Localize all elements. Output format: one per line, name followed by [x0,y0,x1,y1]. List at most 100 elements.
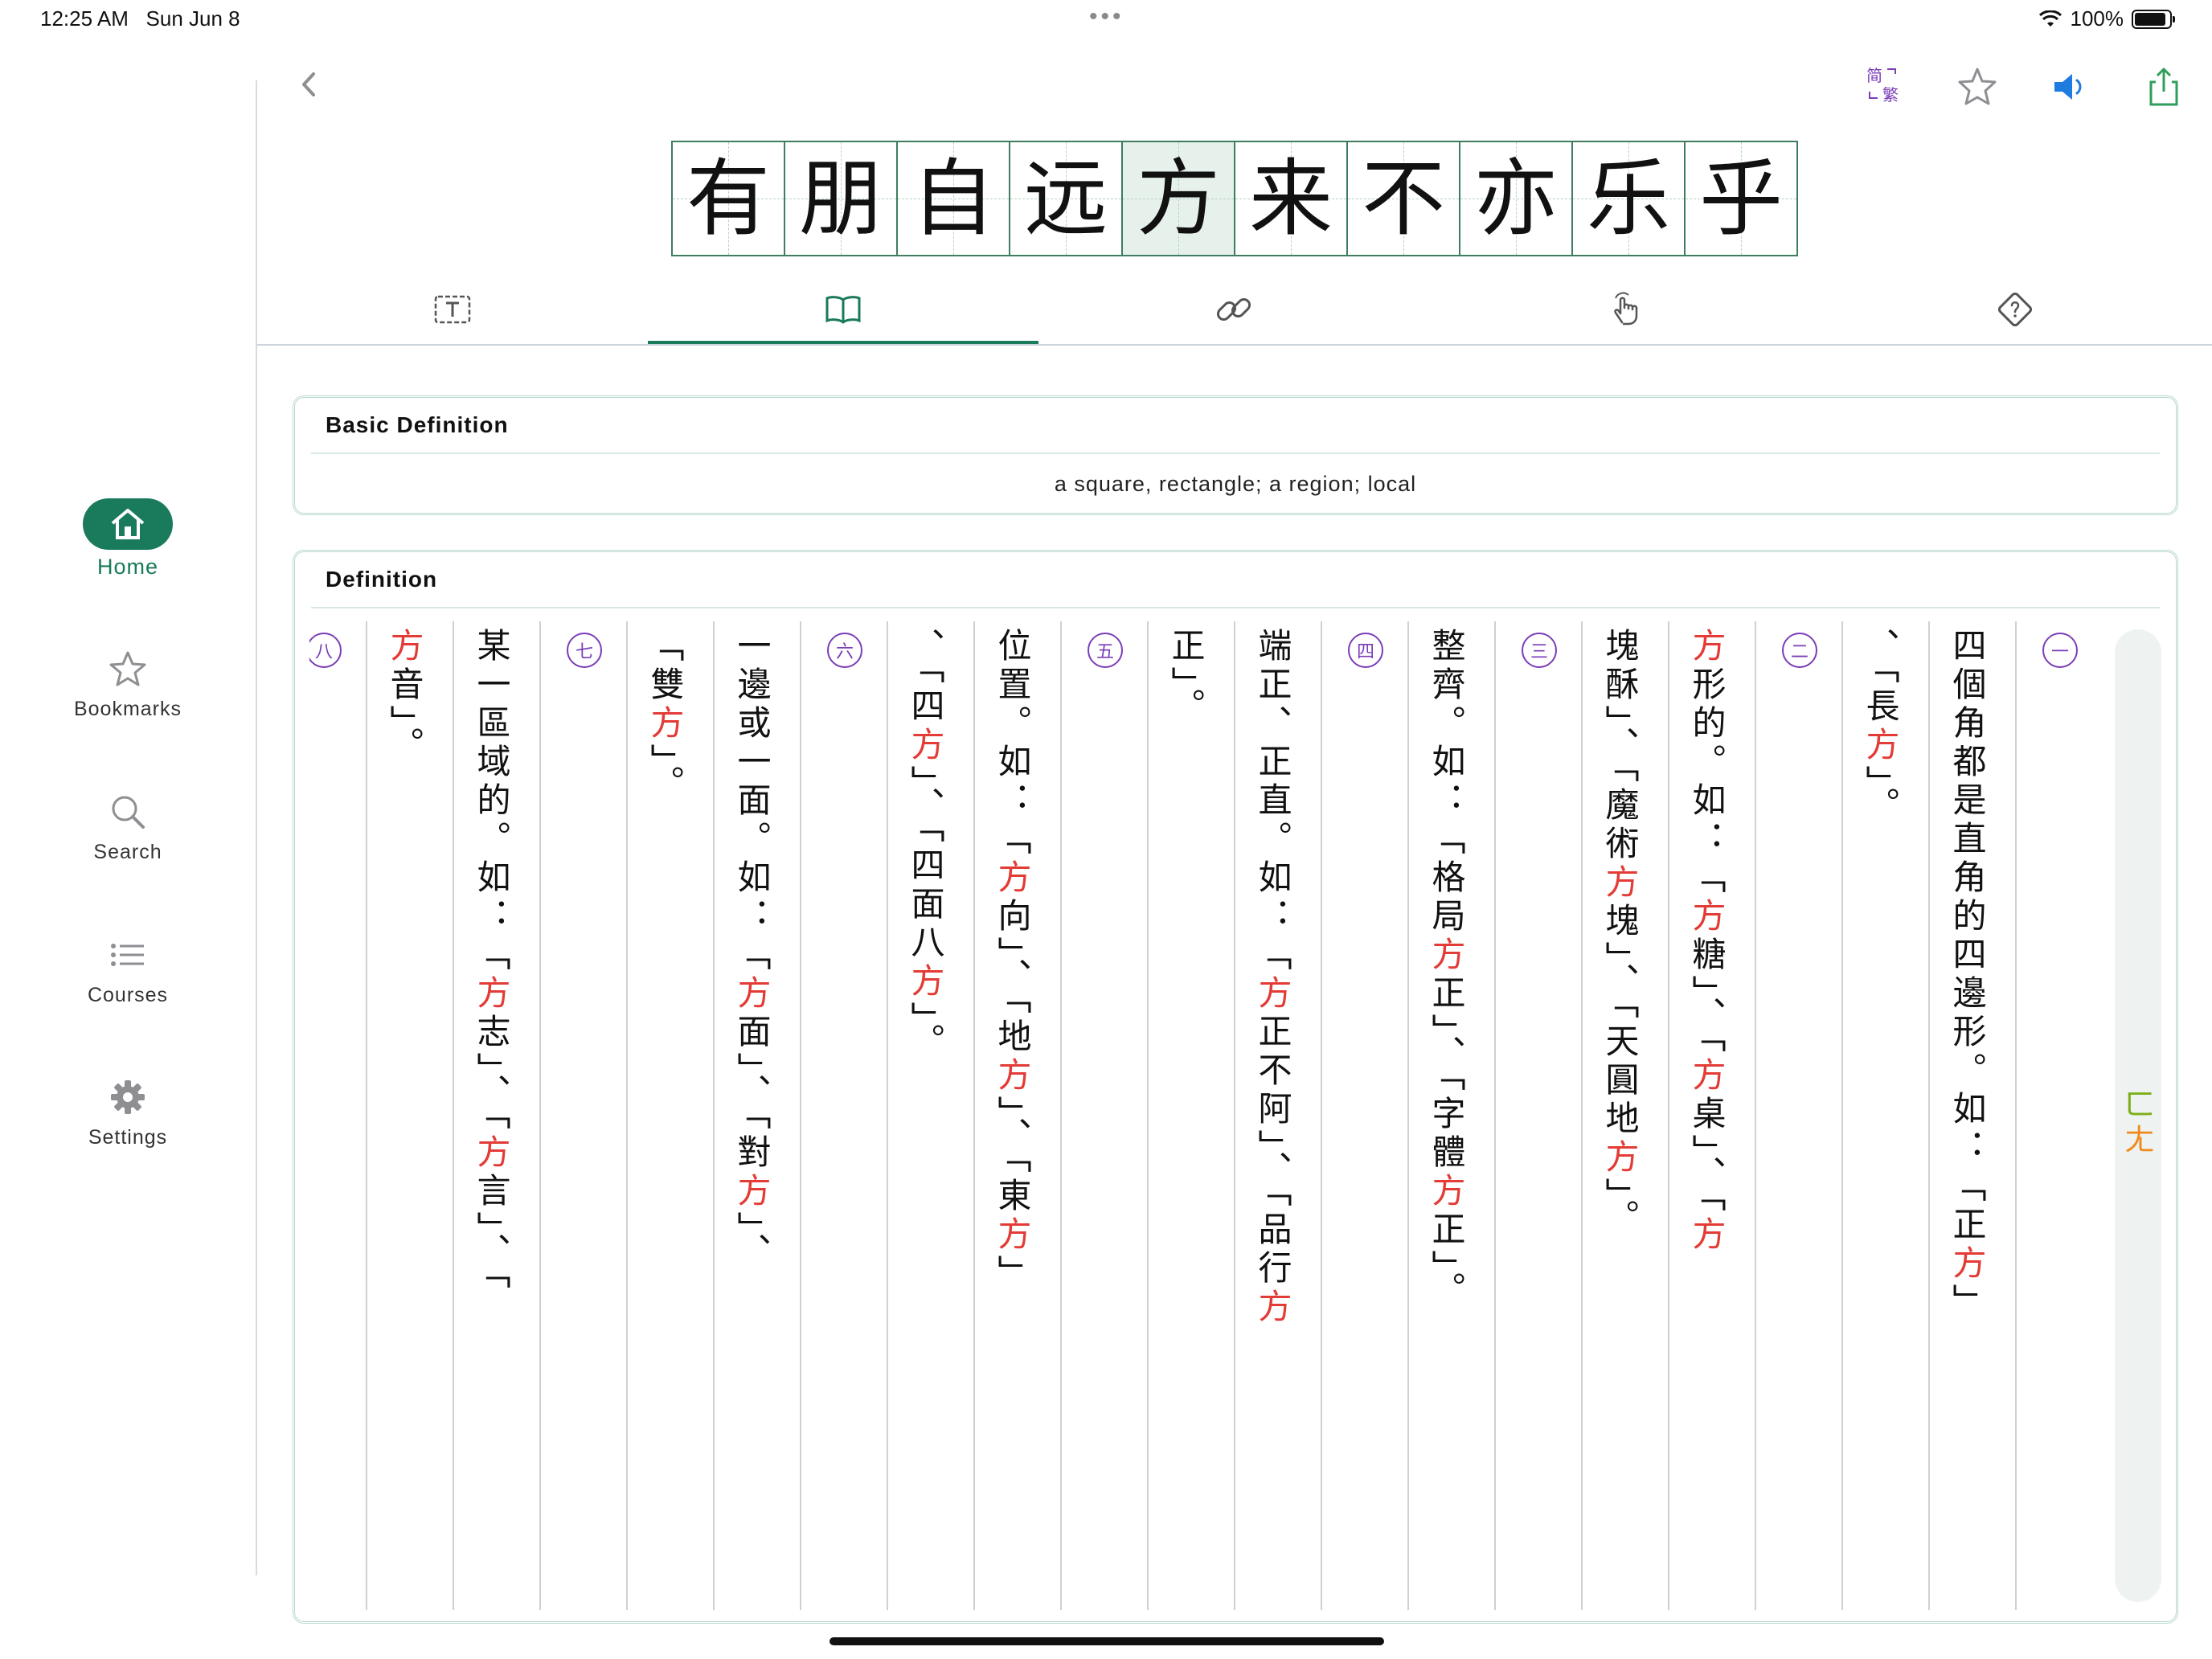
sidebar-item-settings[interactable]: Settings [0,1073,256,1149]
character-glyph: 不 [1361,150,1445,248]
definition-sense-number-column: 二 [1755,621,1841,1610]
home-indicator[interactable] [830,1637,1384,1645]
definition-text: 塊酥」、「魔術方塊」、「天圓地方」。 [1596,628,1644,1238]
sense-number-badge[interactable]: 一 [2042,633,2078,668]
speaker-button[interactable] [2048,64,2093,109]
character-glyph: 方 [1136,150,1220,248]
definition-text-segment: 「雙 [645,628,685,705]
simplified-traditional-toggle[interactable]: 简 繁 [1863,63,1911,108]
definition-text-segment: 某一區域的。如：「 [472,628,511,975]
definition-text-segment: 端正、正直。如：「 [1253,628,1292,975]
definition-text-segment: 、「四 [906,628,945,727]
definition-text-segment: 整齊。如：「格局 [1427,628,1466,936]
character-box[interactable]: 来 [1235,142,1348,255]
definition-text: 方音」。 [380,628,428,765]
definition-text-segment: 志」、「 [472,1014,511,1134]
bookmark-star-button[interactable] [1955,64,2000,109]
definition-text-segment: 形的。如：「 [1687,666,1727,898]
sense-number-badge[interactable]: 六 [827,633,862,668]
sidebar-item-home[interactable]: Home [0,498,256,580]
definition-text-segment: 」、「東 [993,1096,1032,1216]
zhuyin-scrollbar[interactable]: ㄈ ㄤ [2115,629,2161,1602]
sidebar-item-courses[interactable]: Courses [0,931,256,1007]
sense-number-badge[interactable]: 八 [309,633,342,668]
tab-stroke-practice[interactable] [1429,273,1820,346]
highlighted-character: 方 [1687,628,1727,666]
definition-text-segment: 一邊或一面。如：「 [732,628,772,975]
tab-definition[interactable] [648,273,1038,346]
character-box[interactable]: 朋 [785,142,898,255]
definition-title: Definition [326,567,438,592]
book-icon [825,296,861,324]
tab-text[interactable] [257,273,648,346]
basic-definition-text: a square, rectangle; a region; local [1054,472,1417,496]
tabs-underline-divider [257,344,2212,346]
character-box[interactable]: 自 [898,142,1010,255]
character-box[interactable]: 有 [673,142,785,255]
definition-text-segment: 向」、「地 [993,898,1032,1057]
definition-text-column: 、「四方」、「四面八方」。 [887,621,973,1610]
share-button[interactable] [2141,64,2186,109]
multitask-dots[interactable]: ••• [1089,3,1124,31]
definition-text-segment: 塊」、「天圓地 [1600,903,1640,1139]
highlighted-character: 方 [1253,975,1292,1014]
definition-text: 一邊或一面。如：「方面」、「對方」、 [727,628,776,1272]
tab-quiz[interactable] [1820,273,2210,346]
sidebar: Home Bookmarks Search Courses Settings [0,40,256,1583]
share-icon [2149,68,2178,106]
sidebar-item-label: Settings [88,1126,168,1149]
definition-text: 「雙方」。 [641,628,689,804]
definition-text-column: 方音」。 [366,621,453,1610]
character-box[interactable]: 远 [1010,142,1123,255]
definition-text-segment: 」、「四面八 [906,765,945,963]
definition-text: 某一區域的。如：「方志」、「方言」、「 [467,628,515,1293]
sidebar-item-label: Home [96,555,159,579]
battery-fill [2135,12,2165,26]
definition-text: 位置。如：「方向」、「地方」、「東方」 [988,628,1036,1293]
definition-text-column: 整齊。如：「格局方正」、「字體方正」。 [1407,621,1494,1610]
definition-text-column: 方形的。如：「方糖」、「方桌」、「方 [1668,621,1755,1610]
speaker-icon [2054,74,2082,100]
home-icon [83,498,173,550]
definition-sense-number-column: 五 [1060,621,1147,1610]
highlighted-character: 方 [472,1134,511,1173]
tab-related[interactable] [1038,273,1429,346]
highlighted-character: 方 [993,1057,1032,1096]
wifi-icon [2038,10,2062,27]
sense-number-badge[interactable]: 四 [1348,633,1383,668]
definition-text: 、「長方」。 [1856,628,1904,825]
definition-text-column: 「雙方」。 [626,621,713,1610]
character-box-selected[interactable]: 方 [1123,142,1235,255]
search-icon [104,788,152,836]
highlighted-character: 方 [1687,898,1727,936]
highlighted-character: 方 [1600,864,1640,903]
sidebar-item-search[interactable]: Search [0,788,256,864]
character-box[interactable]: 亦 [1460,142,1573,255]
definition-text-segment: 」 [993,1255,1032,1293]
character-box[interactable]: 不 [1348,142,1460,255]
character-box[interactable]: 乎 [1686,142,1796,255]
status-time: 12:25 AM Sun Jun 8 [40,6,240,31]
character-glyph: 有 [686,150,770,248]
character-glyph: 远 [1023,150,1108,248]
definition-sense-number-column: 八 [309,621,366,1610]
definition-text-segment: 」。 [645,743,685,804]
definition-text-segment: 位置。如：「 [993,628,1032,859]
basic-definition-title: Basic Definition [326,412,509,437]
character-box[interactable]: 乐 [1573,142,1686,255]
highlighted-character: 方 [1687,1057,1727,1096]
highlighted-character: 方 [1427,936,1466,975]
character-glyph: 自 [911,150,995,248]
sense-number-badge[interactable]: 三 [1522,633,1557,668]
highlighted-character: 方 [732,975,772,1014]
highlighted-character: 方 [732,1173,772,1211]
sidebar-item-bookmarks[interactable]: Bookmarks [0,645,256,721]
back-button[interactable] [289,64,330,104]
sense-number-badge[interactable]: 七 [567,633,602,668]
definition-sense-number-column: 三 [1494,621,1581,1610]
gear-icon [104,1073,152,1121]
sense-number-badge[interactable]: 五 [1088,633,1123,668]
character-glyph: 亦 [1473,150,1558,248]
question-diamond-icon [1997,292,2033,327]
sense-number-badge[interactable]: 二 [1782,633,1817,668]
